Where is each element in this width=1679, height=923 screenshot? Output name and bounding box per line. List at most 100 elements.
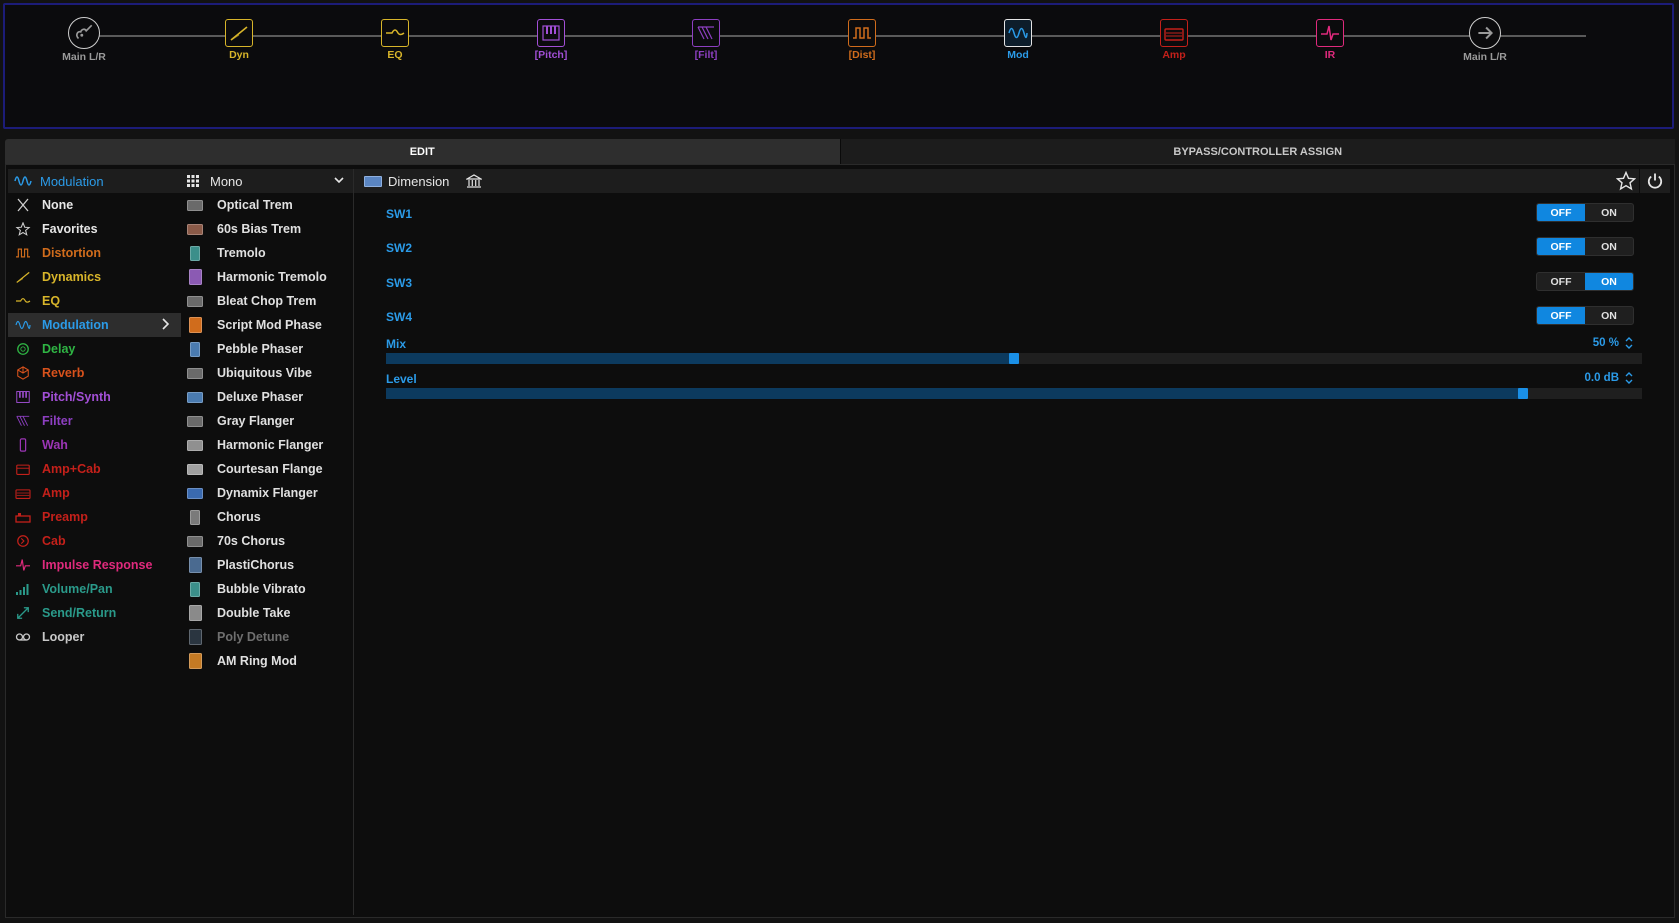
sw2-toggle[interactable]: OFF ON <box>1536 237 1634 256</box>
model-item-label: Dynamix Flanger <box>217 486 318 500</box>
model-type-dropdown[interactable]: Mono <box>181 169 353 193</box>
chain-node-mod[interactable]: Mod <box>978 19 1058 61</box>
sw1-off-button[interactable]: OFF <box>1537 204 1585 221</box>
chain-node-label: EQ <box>387 49 403 61</box>
category-list: None Favorites Distortion Dynamics EQ Modulat… <box>8 193 181 649</box>
chain-node-pitch[interactable]: [Pitch] <box>511 19 591 61</box>
category-item-impulse-response[interactable]: Impulse Response <box>8 553 181 577</box>
category-item-label: Distortion <box>42 246 102 260</box>
category-item-none[interactable]: None <box>8 193 181 217</box>
favorite-star-icon[interactable] <box>1615 170 1637 194</box>
mix-slider[interactable] <box>386 353 1642 364</box>
model-item-label: Deluxe Phaser <box>217 390 304 404</box>
category-item-dynamics[interactable]: Dynamics <box>8 265 181 289</box>
pitch-icon <box>537 19 565 47</box>
chain-node-label: Amp <box>1162 49 1186 61</box>
model-item[interactable]: Harmonic Flanger <box>181 433 353 457</box>
model-item[interactable]: 70s Chorus <box>181 529 353 553</box>
chain-node-out[interactable]: Main L/R <box>1445 17 1525 63</box>
chain-node-amp[interactable]: Amp <box>1134 19 1214 61</box>
category-item-preamp[interactable]: Preamp <box>8 505 181 529</box>
category-item-label: Volume/Pan <box>42 582 113 596</box>
model-item[interactable]: Ubiquitous Vibe <box>181 361 353 385</box>
level-slider[interactable] <box>386 388 1642 399</box>
model-item[interactable]: Double Take <box>181 601 353 625</box>
model-item[interactable]: Pebble Phaser <box>181 337 353 361</box>
edit-panel: Modulation Mono None Favorites Distortion D… <box>5 164 1675 918</box>
category-item-filter[interactable]: Filter <box>8 409 181 433</box>
model-item[interactable]: Chorus <box>181 505 353 529</box>
tab-bypass-controller-assign[interactable]: BYPASS/CONTROLLER ASSIGN <box>839 139 1675 164</box>
sw4-on-button[interactable]: ON <box>1585 307 1633 324</box>
sw4-label: SW4 <box>386 310 413 324</box>
impulse-response-icon <box>14 558 32 572</box>
pedal-thumbnail-icon <box>187 269 203 285</box>
model-item[interactable]: Bleat Chop Trem <box>181 289 353 313</box>
category-item-favorites[interactable]: Favorites <box>8 217 181 241</box>
chain-node-eq[interactable]: EQ <box>355 19 435 61</box>
modulation-icon <box>1004 19 1032 47</box>
model-item[interactable]: Tremolo <box>181 241 353 265</box>
category-item-modulation[interactable]: Modulation <box>8 313 181 337</box>
pedal-thumbnail-icon <box>187 222 203 236</box>
category-item-amp-cab[interactable]: Amp+Cab <box>8 457 181 481</box>
parameter-panel: Dimension SW1 OFF ON SW2 OFF ON SW3 OFF ON SW4 OFF… <box>354 169 1670 915</box>
category-item-looper[interactable]: Looper <box>8 625 181 649</box>
category-item-volume-pan[interactable]: Volume/Pan <box>8 577 181 601</box>
model-item[interactable]: Gray Flanger <box>181 409 353 433</box>
sw4-toggle[interactable]: OFF ON <box>1536 306 1634 325</box>
model-item-label: Poly Detune <box>217 630 290 644</box>
mix-slider-thumb[interactable] <box>1009 353 1019 364</box>
category-header[interactable]: Modulation <box>8 169 181 193</box>
chain-node-dist[interactable]: [Dist] <box>822 19 902 61</box>
model-item[interactable]: Courtesan Flange <box>181 457 353 481</box>
chain-node-filt[interactable]: [Filt] <box>666 19 746 61</box>
reverb-icon <box>14 366 32 380</box>
model-item[interactable]: Deluxe Phaser <box>181 385 353 409</box>
chain-node-ir[interactable]: IR <box>1290 19 1370 61</box>
model-item[interactable]: Optical Trem <box>181 193 353 217</box>
power-icon[interactable] <box>1639 169 1670 193</box>
sw1-on-button[interactable]: ON <box>1585 204 1633 221</box>
model-item-label: 70s Chorus <box>217 534 286 548</box>
pedal-thumbnail-icon <box>187 245 203 261</box>
wah-icon <box>14 438 32 452</box>
model-item[interactable]: PlastiChorus <box>181 553 353 577</box>
sw3-toggle[interactable]: OFF ON <box>1536 272 1634 291</box>
sw1-toggle[interactable]: OFF ON <box>1536 203 1634 222</box>
sw3-on-button[interactable]: ON <box>1585 273 1633 290</box>
model-item-label: Gray Flanger <box>217 414 295 428</box>
category-item-send-return[interactable]: Send/Return <box>8 601 181 625</box>
model-item-label: Harmonic Flanger <box>217 438 324 452</box>
sw2-on-button[interactable]: ON <box>1585 238 1633 255</box>
sw4-off-button[interactable]: OFF <box>1537 307 1585 324</box>
category-item-delay[interactable]: Delay <box>8 337 181 361</box>
chain-node-dyn[interactable]: Dyn <box>199 19 279 61</box>
send-return-icon <box>14 606 32 620</box>
level-slider-thumb[interactable] <box>1517 388 1528 399</box>
tab-edit[interactable]: EDIT <box>5 139 840 164</box>
bank-icon[interactable] <box>466 174 483 188</box>
category-item-pitch-synth[interactable]: Pitch/Synth <box>8 385 181 409</box>
sw2-off-button[interactable]: OFF <box>1537 238 1585 255</box>
sw3-off-button[interactable]: OFF <box>1537 273 1585 290</box>
model-item[interactable]: Dynamix Flanger <box>181 481 353 505</box>
category-item-reverb[interactable]: Reverb <box>8 361 181 385</box>
category-item-label: Pitch/Synth <box>42 390 111 404</box>
model-item[interactable]: Harmonic Tremolo <box>181 265 353 289</box>
mix-slider-fill <box>386 353 1014 364</box>
chain-node-in[interactable]: Main L/R <box>44 17 124 63</box>
category-item-cab[interactable]: Cab <box>8 529 181 553</box>
model-item[interactable]: AM Ring Mod <box>181 649 353 673</box>
category-item-label: Wah <box>42 438 68 452</box>
category-item-amp[interactable]: Amp <box>8 481 181 505</box>
model-item[interactable]: Script Mod Phase <box>181 313 353 337</box>
category-item-eq[interactable]: EQ <box>8 289 181 313</box>
category-item-distortion[interactable]: Distortion <box>8 241 181 265</box>
model-item[interactable]: Poly Detune <box>181 625 353 649</box>
category-item-wah[interactable]: Wah <box>8 433 181 457</box>
chevron-down-icon <box>333 174 345 189</box>
chain-node-label: Mod <box>1007 49 1029 61</box>
model-item[interactable]: 60s Bias Trem <box>181 217 353 241</box>
model-item[interactable]: Bubble Vibrato <box>181 577 353 601</box>
